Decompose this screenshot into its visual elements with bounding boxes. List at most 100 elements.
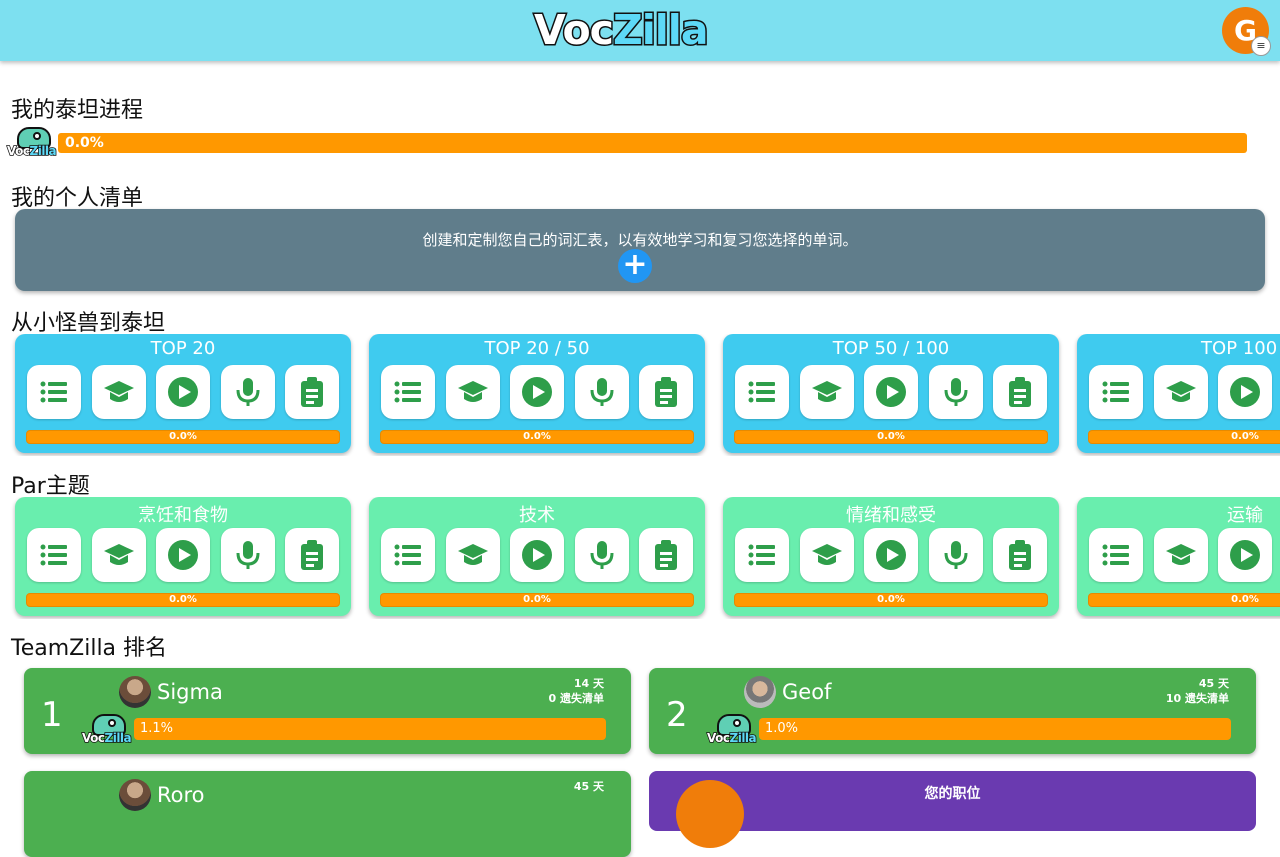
- ranking-card-1[interactable]: 1 Sigma 14 天 0 遗失清单 VocZilla 1.1%: [24, 668, 631, 754]
- graduation-cap-button[interactable]: [1153, 365, 1208, 419]
- list-icon: [1102, 544, 1129, 566]
- user-avatar-button[interactable]: G ≡: [1222, 7, 1271, 56]
- card-title: TOP 20 / 50: [484, 338, 590, 359]
- play-button[interactable]: [156, 365, 210, 419]
- list-button[interactable]: [381, 365, 435, 419]
- microphone-icon: [944, 541, 967, 569]
- microphone-button[interactable]: [220, 365, 275, 419]
- user-avatar: [119, 779, 151, 811]
- list-button[interactable]: [1089, 365, 1143, 419]
- custom-lists-title: 我的个人清单: [11, 186, 144, 211]
- clipboard-icon: [655, 377, 677, 407]
- play-button[interactable]: [510, 528, 564, 582]
- microphone-icon: [236, 541, 259, 569]
- card-progress-bar: 0.0%: [1088, 593, 1280, 607]
- topics-card[interactable]: 运输 0.0%: [1077, 497, 1280, 616]
- microphone-button[interactable]: [220, 528, 275, 582]
- levels-card[interactable]: TOP 50 / 100 0.0%: [723, 334, 1059, 453]
- app-header: VocZilla G ≡: [0, 0, 1280, 61]
- list-button[interactable]: [735, 528, 789, 582]
- list-icon: [1102, 381, 1129, 403]
- card-title: 技术: [519, 505, 555, 526]
- topics-card[interactable]: 技术 0.0%: [369, 497, 705, 616]
- list-button[interactable]: [27, 528, 81, 582]
- play-button[interactable]: [1218, 528, 1272, 582]
- mascot-text-voc: Voc: [81, 730, 105, 746]
- microphone-button[interactable]: [928, 528, 983, 582]
- topics-card[interactable]: 情绪和感受 0.0%: [723, 497, 1059, 616]
- microphone-button[interactable]: [574, 528, 629, 582]
- graduation-cap-button[interactable]: [445, 365, 500, 419]
- graduation-cap-icon: [1165, 544, 1196, 565]
- add-list-button[interactable]: +: [618, 249, 652, 283]
- play-icon: [876, 377, 906, 407]
- graduation-cap-button[interactable]: [799, 528, 854, 582]
- list-icon: [748, 544, 775, 566]
- graduation-cap-icon: [1165, 381, 1196, 402]
- play-button[interactable]: [864, 528, 918, 582]
- levels-row: TOP 20 0.0% TOP 20 / 50 0.0% TOP 50 / 100 0.0…: [0, 334, 1280, 456]
- card-progress-bar: 0.0%: [380, 430, 694, 444]
- your-position-card[interactable]: 您的职位: [649, 771, 1256, 848]
- play-button[interactable]: [1218, 365, 1272, 419]
- graduation-cap-icon: [457, 544, 488, 565]
- user-avatar: [119, 676, 151, 708]
- microphone-button[interactable]: [574, 365, 629, 419]
- graduation-cap-button[interactable]: [799, 365, 854, 419]
- your-position-label: 您的职位: [924, 786, 981, 802]
- list-button[interactable]: [1089, 528, 1143, 582]
- clipboard-button[interactable]: [993, 528, 1047, 582]
- voczilla-mascot-icon: VocZilla: [81, 714, 134, 746]
- menu-icon[interactable]: ≡: [1251, 36, 1271, 56]
- list-button[interactable]: [27, 365, 81, 419]
- card-title: TOP 20: [150, 338, 216, 359]
- user-name: Roro: [157, 783, 205, 807]
- levels-card[interactable]: TOP 20 0.0%: [15, 334, 351, 453]
- play-icon: [1230, 377, 1260, 407]
- mascot-text-zilla: Zilla: [29, 143, 58, 159]
- list-icon: [394, 381, 421, 403]
- topics-card[interactable]: 烹饪和食物 0.0%: [15, 497, 351, 616]
- topics-row: 烹饪和食物 0.0% 技术 0.0% 情绪和感受 0.0% 运输 0.0%: [0, 497, 1280, 619]
- levels-card[interactable]: TOP 20 / 50 0.0%: [369, 334, 705, 453]
- clipboard-icon: [1009, 540, 1031, 570]
- play-button[interactable]: [510, 365, 564, 419]
- play-button[interactable]: [156, 528, 210, 582]
- clipboard-button[interactable]: [993, 365, 1047, 419]
- list-button[interactable]: [381, 528, 435, 582]
- streak-days: 14 天: [573, 677, 604, 690]
- voczilla-mascot-icon: VocZilla: [6, 127, 59, 159]
- clipboard-button[interactable]: [639, 528, 693, 582]
- list-icon: [394, 544, 421, 566]
- levels-section-title: 从小怪兽到泰坦: [11, 311, 166, 336]
- mascot-text-zilla: Zilla: [104, 730, 133, 746]
- clipboard-button[interactable]: [285, 365, 339, 419]
- list-button[interactable]: [735, 365, 789, 419]
- card-title: TOP 100 /: [1201, 338, 1280, 359]
- graduation-cap-icon: [457, 381, 488, 402]
- user-stats: 45 天: [574, 779, 604, 794]
- play-icon: [876, 540, 906, 570]
- clipboard-button[interactable]: [285, 528, 339, 582]
- graduation-cap-button[interactable]: [91, 365, 146, 419]
- rank-number: 1: [41, 695, 63, 735]
- missed-lists: 10 遗失清单: [1165, 692, 1229, 705]
- progress-section-title: 我的泰坦进程: [11, 98, 144, 123]
- microphone-icon: [944, 378, 967, 406]
- graduation-cap-button[interactable]: [91, 528, 146, 582]
- ranking-card-2[interactable]: 2 Geof 45 天 10 遗失清单 VocZilla 1.0%: [649, 668, 1256, 754]
- graduation-cap-button[interactable]: [445, 528, 500, 582]
- levels-card[interactable]: TOP 100 / 0.0%: [1077, 334, 1280, 453]
- logo-text-voc: Voc: [533, 5, 616, 56]
- voczilla-logo[interactable]: VocZilla: [533, 5, 711, 56]
- mascot-text-voc: Voc: [706, 730, 730, 746]
- clipboard-button[interactable]: [639, 365, 693, 419]
- custom-lists-panel: 创建和定制您自己的词汇表，以有效地学习和复习您选择的单词。 +: [15, 209, 1265, 291]
- card-progress-bar: 0.0%: [1088, 430, 1280, 444]
- microphone-button[interactable]: [928, 365, 983, 419]
- topics-section-title: Par主题: [11, 474, 90, 499]
- play-button[interactable]: [864, 365, 918, 419]
- ranking-card-3[interactable]: Roro 45 天: [24, 771, 631, 857]
- graduation-cap-button[interactable]: [1153, 528, 1208, 582]
- user-avatar: [744, 676, 776, 708]
